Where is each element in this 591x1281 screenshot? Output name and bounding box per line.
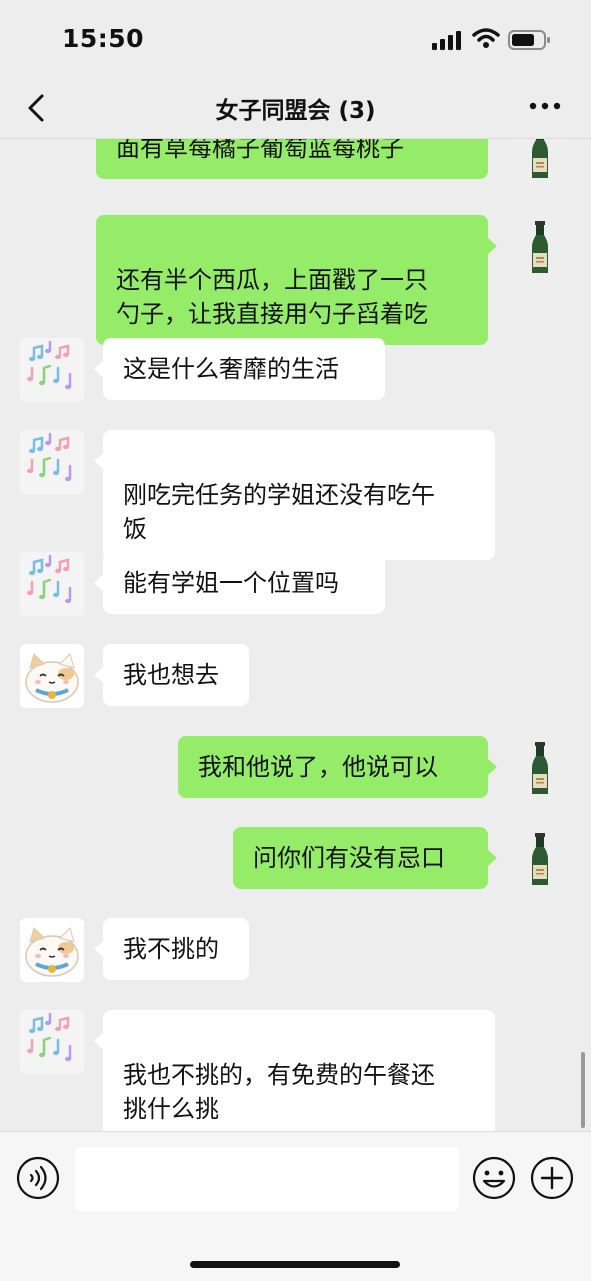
message-bubble-other[interactable]: 这是什么奢靡的生活 (94, 338, 385, 400)
lucky-cat-avatar[interactable] (20, 918, 84, 982)
message-bubble-other[interactable]: 我不挑的 (94, 918, 249, 980)
battery-icon (508, 29, 552, 55)
message-text: 面有草莓橘子葡萄蓝莓桃子 (116, 139, 404, 162)
message-input[interactable] (75, 1147, 459, 1211)
message-bubble-self[interactable]: 还有半个西瓜，上面戳了一只 勺子，让我直接用勺子舀着吃 (96, 215, 497, 345)
lucky-cat-avatar[interactable] (20, 644, 84, 708)
music-notes-avatar[interactable] (20, 1010, 84, 1074)
message-text: 我也想去 (123, 661, 219, 689)
more-options-button[interactable] (525, 94, 565, 122)
chat-title: 女子同盟会 (3) (215, 98, 376, 124)
message-text: 能有学姐一个位置吗 (123, 569, 339, 597)
wine-bottle-avatar[interactable] (508, 139, 572, 184)
voice-icon (16, 1156, 60, 1200)
smiley-icon (472, 1156, 516, 1200)
message-bubble-other[interactable]: 刚吃完任务的学姐还没有吃午 饭 (94, 430, 495, 560)
wine-bottle-avatar[interactable] (508, 736, 572, 800)
music-notes-avatar[interactable] (20, 552, 84, 616)
message-text: 我不挑的 (123, 935, 219, 963)
more-functions-button[interactable] (530, 1156, 574, 1200)
message-text: 我也不挑的，有免费的午餐还 挑什么挑 (123, 1061, 435, 1123)
home-indicator[interactable] (190, 1261, 400, 1268)
message-bubble-self[interactable]: 面有草莓橘子葡萄蓝莓桃子 (96, 139, 488, 179)
input-bar (0, 1131, 591, 1281)
message-bubble-self[interactable]: 问你们有没有忌口 (233, 827, 497, 889)
message-list[interactable]: 面有草莓橘子葡萄蓝莓桃子 还有半个西瓜，上面戳了一只 勺子，让我直接用勺子舀着吃… (0, 139, 591, 1131)
status-time: 15:50 (62, 24, 145, 53)
wine-bottle-avatar[interactable] (508, 827, 572, 891)
voice-input-button[interactable] (16, 1156, 60, 1200)
emoji-button[interactable] (472, 1156, 516, 1200)
wine-bottle-avatar[interactable] (508, 215, 572, 279)
scrollbar[interactable] (581, 1052, 585, 1128)
more-dots-icon (529, 102, 561, 110)
plus-icon (530, 1156, 574, 1200)
message-text: 我和他说了，他说可以 (198, 753, 438, 781)
message-bubble-self[interactable]: 我和他说了，他说可以 (178, 736, 497, 798)
wifi-icon (472, 27, 500, 53)
message-bubble-other[interactable]: 我也想去 (94, 644, 249, 706)
music-notes-avatar[interactable] (20, 430, 84, 494)
message-text: 这是什么奢靡的生活 (123, 355, 339, 383)
message-bubble-other[interactable]: 我也不挑的，有免费的午餐还 挑什么挑 (94, 1010, 495, 1131)
music-notes-avatar[interactable] (20, 338, 84, 402)
cellular-signal-icon (432, 30, 464, 54)
status-bar: 15:50 (0, 0, 591, 78)
message-text: 还有半个西瓜，上面戳了一只 勺子，让我直接用勺子舀着吃 (116, 266, 428, 328)
message-text: 问你们有没有忌口 (253, 844, 445, 872)
message-bubble-other[interactable]: 能有学姐一个位置吗 (94, 552, 385, 614)
chat-header: 女子同盟会 (3) (0, 78, 591, 139)
message-text: 刚吃完任务的学姐还没有吃午 饭 (123, 481, 435, 543)
